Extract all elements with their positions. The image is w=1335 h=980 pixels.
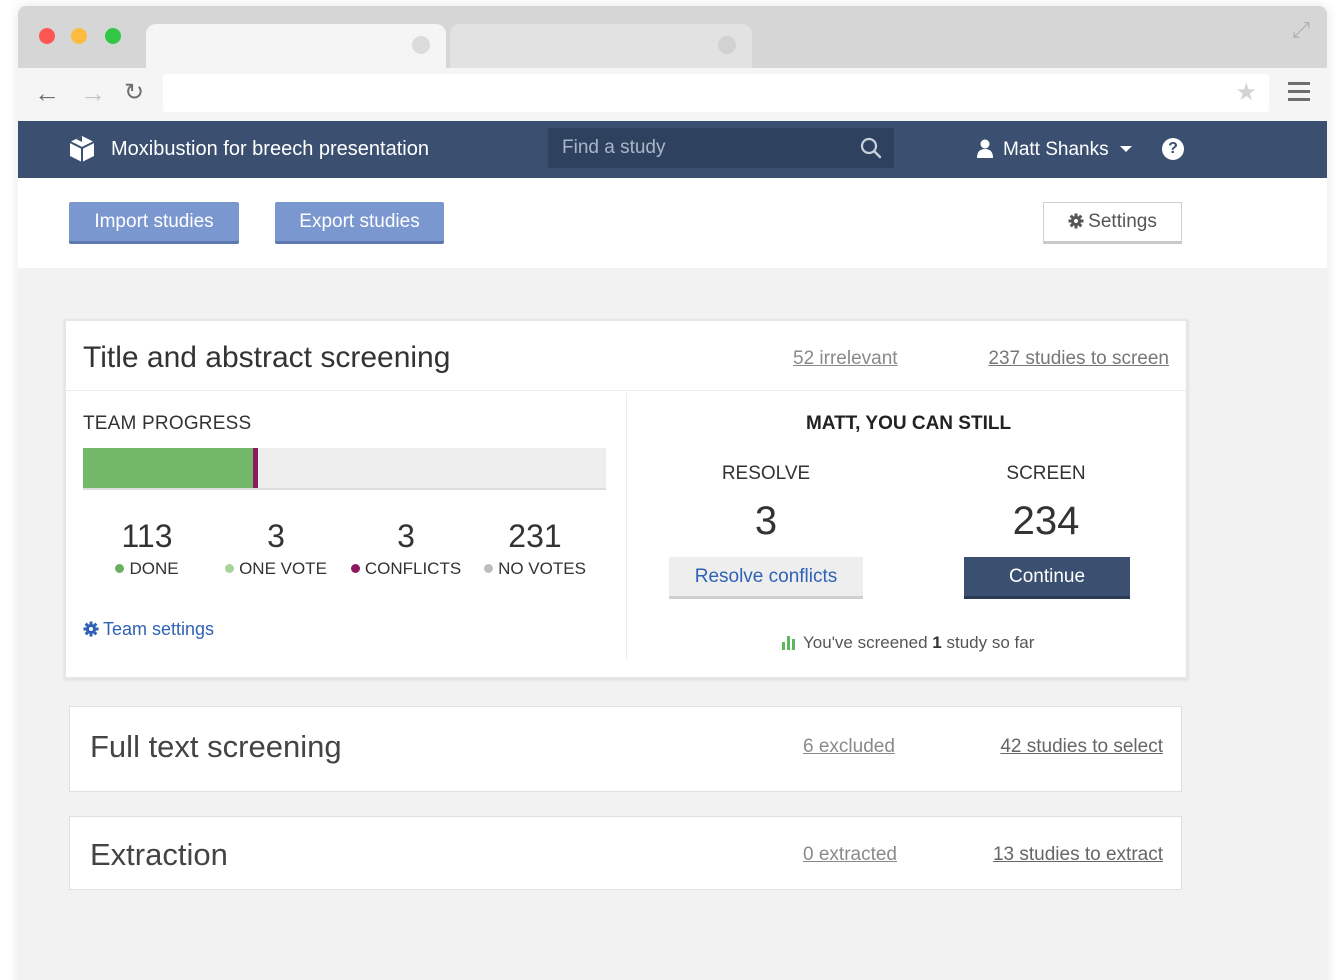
screen-count: 234 bbox=[1012, 499, 1080, 543]
screened-summary: You've screened 1 study so far bbox=[781, 633, 1034, 653]
forward-arrow-icon[interactable]: → bbox=[78, 78, 108, 108]
gear-icon bbox=[83, 621, 99, 637]
card-title: Title and abstract screening bbox=[83, 341, 451, 374]
back-arrow-icon[interactable]: ← bbox=[32, 78, 62, 108]
extraction-card: Extraction 0 extracted 13 studies to ext… bbox=[69, 816, 1182, 890]
address-bar[interactable]: ★ bbox=[163, 74, 1269, 112]
resolve-label: RESOLVE bbox=[721, 463, 811, 484]
team-progress-bar bbox=[83, 448, 606, 490]
stat-value: 113 bbox=[121, 518, 173, 554]
browser-tab-active[interactable] bbox=[146, 24, 446, 68]
stat-done: 113 DONE bbox=[82, 518, 212, 579]
irrelevant-link[interactable]: 52 irrelevant bbox=[793, 348, 898, 370]
card-title: Extraction bbox=[90, 837, 228, 872]
team-progress-label: TEAM PROGRESS bbox=[83, 413, 252, 434]
stat-no-votes: 231 NO VOTES bbox=[470, 518, 600, 579]
study-search bbox=[548, 128, 894, 168]
screen-label: SCREEN bbox=[1006, 463, 1086, 484]
reload-icon[interactable]: ↻ bbox=[119, 78, 149, 108]
stat-value: 3 bbox=[267, 518, 285, 554]
app-header: Moxibustion for breech presentation Matt… bbox=[18, 121, 1327, 178]
export-studies-button[interactable]: Export studies bbox=[275, 202, 444, 244]
browser-toolbar: ← → ↻ ★ bbox=[18, 68, 1327, 121]
team-settings-link[interactable]: Team settings bbox=[83, 619, 214, 640]
browser-window: ⤢ ← → ↻ ★ Moxibustion for breech present… bbox=[18, 6, 1327, 980]
extracted-link[interactable]: 0 extracted bbox=[803, 844, 897, 866]
studies-to-select-link[interactable]: 42 studies to select bbox=[1000, 736, 1163, 758]
tab-close-icon[interactable] bbox=[718, 36, 736, 54]
gear-icon bbox=[1068, 213, 1084, 229]
status-dot bbox=[350, 564, 360, 573]
chevron-down-icon[interactable] bbox=[1120, 146, 1132, 152]
status-dot bbox=[225, 564, 235, 573]
bar-chart-icon bbox=[782, 636, 795, 650]
resolve-count: 3 bbox=[754, 499, 778, 543]
continue-button[interactable]: Continue bbox=[964, 557, 1130, 599]
stat-label: ONE VOTE bbox=[239, 559, 327, 578]
progress-conflicts-segment bbox=[253, 448, 258, 488]
help-icon[interactable]: ? bbox=[1162, 138, 1184, 160]
stat-label: NO VOTES bbox=[498, 559, 586, 578]
action-bar: Import studies Export studies Settings bbox=[18, 178, 1327, 268]
you-can-still-heading: MATT, YOU CAN STILL bbox=[805, 413, 1012, 434]
stat-one-vote: 3 ONE VOTE bbox=[211, 518, 341, 579]
search-input[interactable] bbox=[548, 128, 848, 168]
search-icon[interactable] bbox=[860, 137, 882, 159]
browser-menu-icon[interactable] bbox=[1288, 82, 1310, 102]
card-title: Full text screening bbox=[90, 729, 342, 764]
fullscreen-icon[interactable]: ⤢ bbox=[1289, 18, 1313, 42]
screened-suffix: study so far bbox=[946, 633, 1035, 652]
import-studies-button[interactable]: Import studies bbox=[69, 202, 239, 244]
progress-done-segment bbox=[83, 448, 253, 488]
settings-button[interactable]: Settings bbox=[1043, 202, 1182, 244]
excluded-link[interactable]: 6 excluded bbox=[803, 736, 895, 758]
status-dot bbox=[484, 564, 494, 573]
full-text-card: Full text screening 6 excluded 42 studie… bbox=[69, 706, 1182, 792]
close-window-button[interactable] bbox=[39, 28, 55, 44]
team-settings-label: Team settings bbox=[103, 619, 215, 639]
box-logo-icon bbox=[69, 136, 95, 162]
screened-prefix: You've screened bbox=[803, 633, 928, 652]
stat-label: DONE bbox=[129, 559, 179, 578]
status-dot bbox=[115, 564, 125, 573]
browser-tab-inactive[interactable] bbox=[450, 24, 752, 68]
stat-conflicts: 3 CONFLICTS bbox=[341, 518, 471, 579]
studies-to-extract-link[interactable]: 13 studies to extract bbox=[993, 844, 1163, 866]
project-title[interactable]: Moxibustion for breech presentation bbox=[111, 138, 429, 161]
user-menu[interactable]: Matt Shanks bbox=[1003, 139, 1109, 161]
screened-count: 1 bbox=[932, 633, 942, 652]
minimize-window-button[interactable] bbox=[71, 28, 87, 44]
maximize-window-button[interactable] bbox=[105, 28, 121, 44]
settings-label: Settings bbox=[1088, 211, 1157, 232]
stat-value: 3 bbox=[397, 518, 415, 554]
studies-to-screen-link[interactable]: 237 studies to screen bbox=[988, 348, 1169, 370]
bookmark-star-icon[interactable]: ★ bbox=[1235, 80, 1257, 106]
stat-label: CONFLICTS bbox=[364, 559, 462, 578]
stat-value: 231 bbox=[508, 518, 562, 554]
title-abstract-card: Title and abstract screening 52 irreleva… bbox=[64, 319, 1188, 679]
tab-close-icon[interactable] bbox=[412, 36, 430, 54]
user-icon[interactable] bbox=[977, 139, 993, 159]
resolve-conflicts-button[interactable]: Resolve conflicts bbox=[669, 557, 863, 599]
card-header: Title and abstract screening 52 irreleva… bbox=[66, 321, 1186, 391]
browser-titlebar: ⤢ bbox=[18, 6, 1327, 68]
